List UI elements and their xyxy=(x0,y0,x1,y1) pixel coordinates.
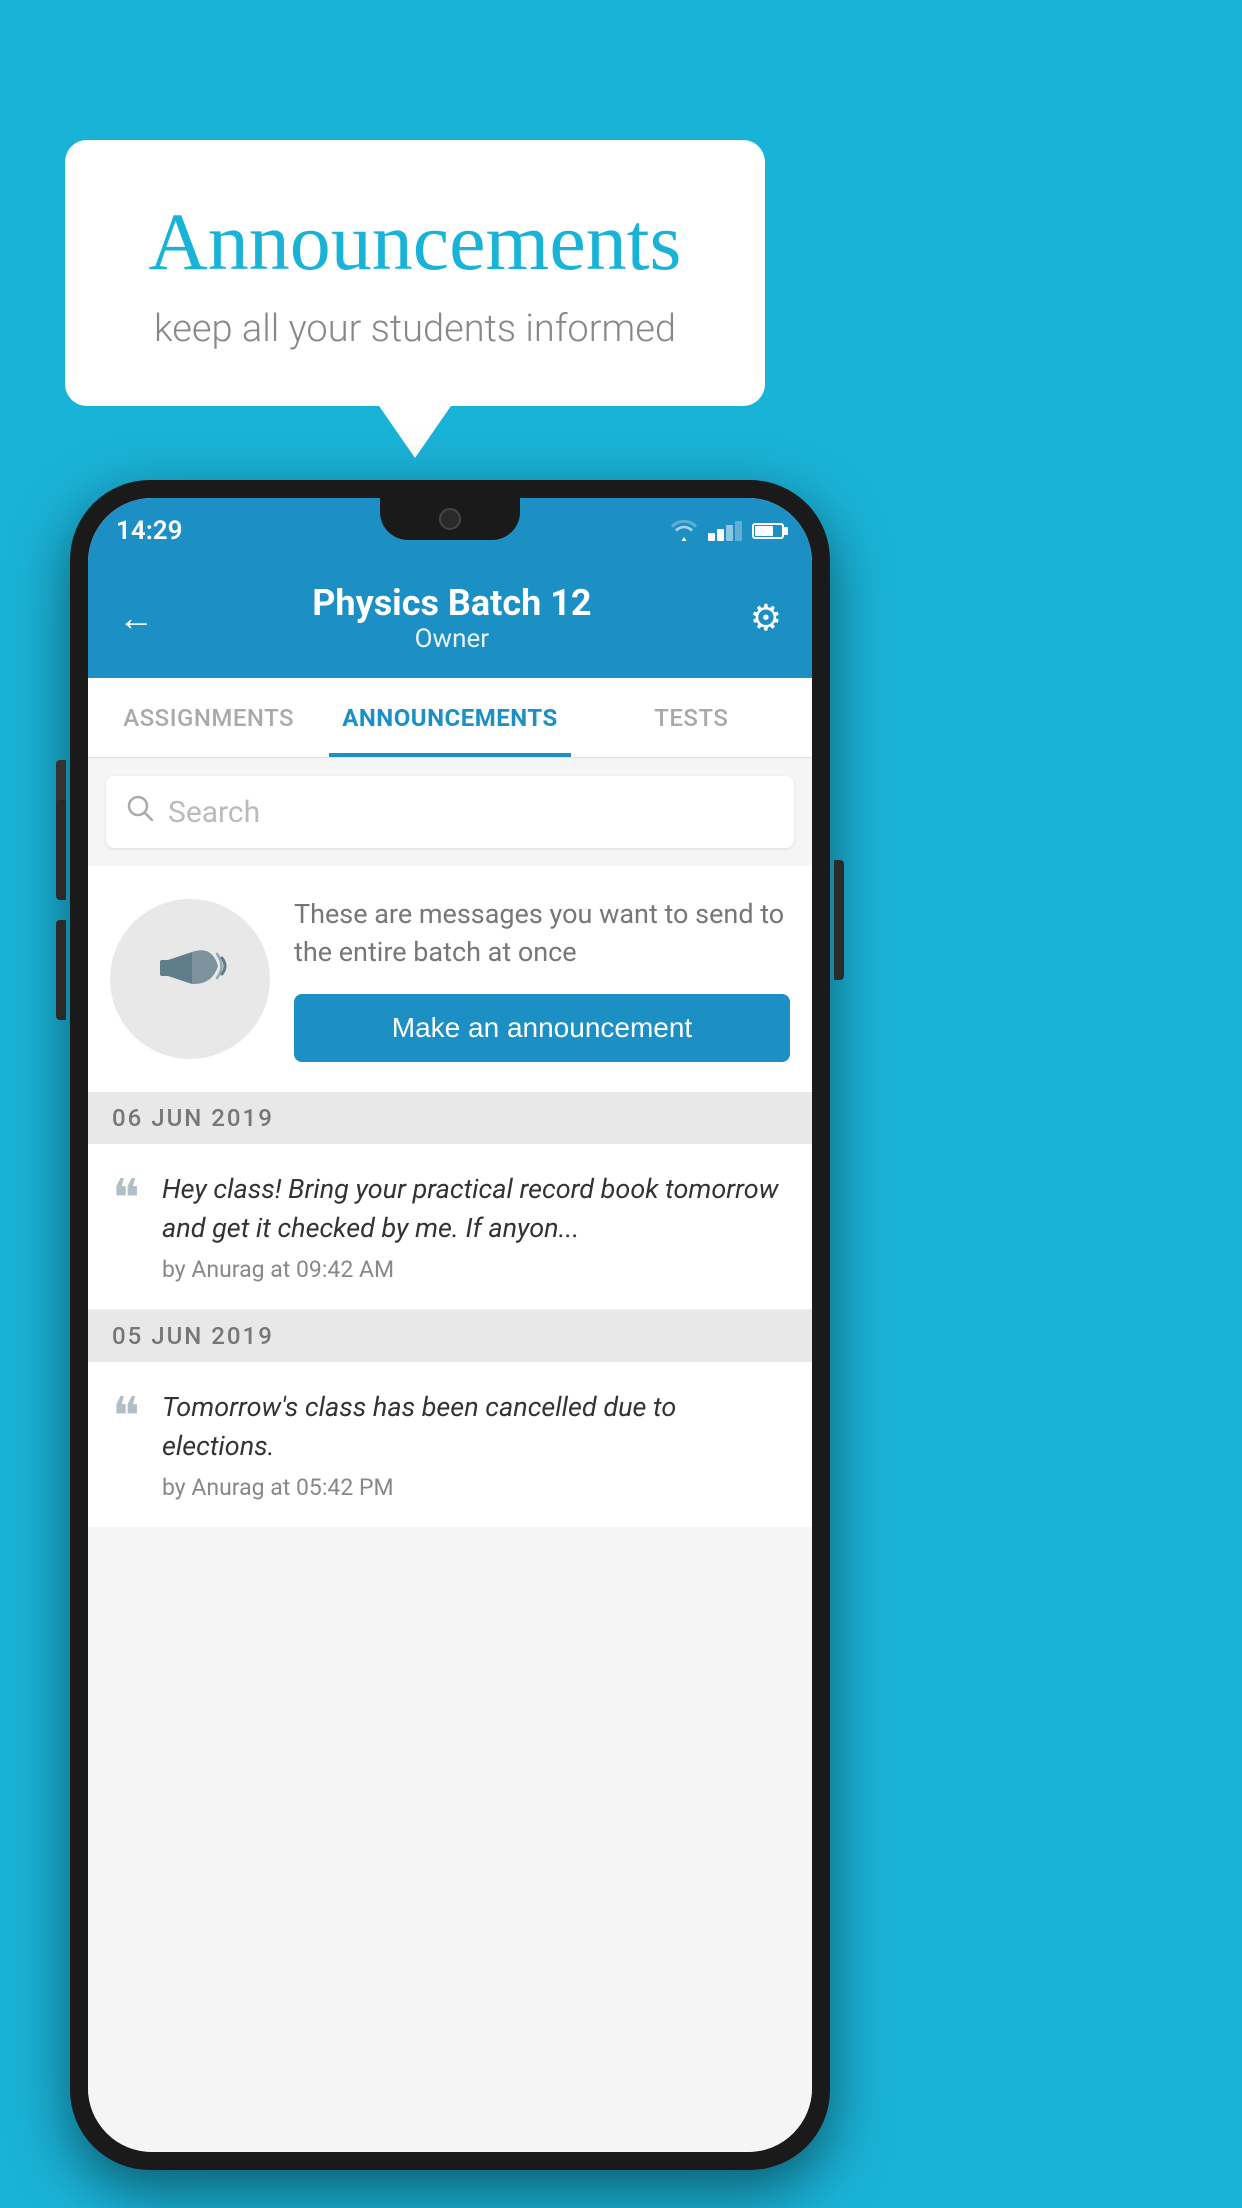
announcement-meta-1: by Anurag at 09:42 AM xyxy=(162,1256,788,1283)
search-bar[interactable]: Search xyxy=(106,776,794,848)
search-placeholder: Search xyxy=(168,795,260,830)
power-button xyxy=(834,860,844,980)
announcement-item-2[interactable]: ❝ Tomorrow's class has been cancelled du… xyxy=(88,1362,812,1527)
date-divider-2: 05 JUN 2019 xyxy=(88,1310,812,1362)
app-header: ← Physics Batch 12 Owner ⚙ xyxy=(88,558,812,678)
camera xyxy=(439,508,461,530)
prompt-description: These are messages you want to send to t… xyxy=(294,896,790,972)
bubble-title: Announcements xyxy=(125,195,705,289)
status-icons xyxy=(670,520,784,542)
phone-outer: 14:29 xyxy=(70,480,830,2170)
phone-screen: 14:29 xyxy=(88,498,812,2152)
battery-icon xyxy=(752,523,784,539)
header-title: Physics Batch 12 xyxy=(312,582,591,624)
back-button[interactable]: ← xyxy=(118,597,154,639)
content-area: Search xyxy=(88,758,812,2152)
announcement-text-2: Tomorrow's class has been cancelled due … xyxy=(162,1388,788,1466)
prompt-right: These are messages you want to send to t… xyxy=(294,896,790,1062)
announcement-text-1: Hey class! Bring your practical record b… xyxy=(162,1170,788,1248)
header-subtitle: Owner xyxy=(312,624,591,654)
gear-icon[interactable]: ⚙ xyxy=(750,597,782,639)
tab-announcements[interactable]: ANNOUNCEMENTS xyxy=(329,678,570,757)
megaphone-circle xyxy=(110,899,270,1059)
phone-notch xyxy=(380,498,520,540)
volume-up-button xyxy=(56,800,66,900)
announcement-meta-2: by Anurag at 05:42 PM xyxy=(162,1474,788,1501)
signal-icon xyxy=(708,521,742,541)
tab-tests[interactable]: TESTS xyxy=(571,678,812,757)
tab-assignments[interactable]: ASSIGNMENTS xyxy=(88,678,329,757)
bubble-subtitle: keep all your students informed xyxy=(125,307,705,351)
header-center: Physics Batch 12 Owner xyxy=(312,582,591,654)
speech-bubble-container: Announcements keep all your students inf… xyxy=(65,140,765,406)
quote-icon-1: ❝ xyxy=(112,1174,140,1226)
status-time: 14:29 xyxy=(116,516,183,546)
volume-down-button xyxy=(56,920,66,1020)
quote-icon-2: ❝ xyxy=(112,1392,140,1444)
announcement-item-1[interactable]: ❝ Hey class! Bring your practical record… xyxy=(88,1144,812,1310)
announcement-content-2: Tomorrow's class has been cancelled due … xyxy=(162,1388,788,1501)
date-divider-1: 06 JUN 2019 xyxy=(88,1092,812,1144)
search-icon xyxy=(126,794,154,830)
announcement-content-1: Hey class! Bring your practical record b… xyxy=(162,1170,788,1283)
tabs-bar: ASSIGNMENTS ANNOUNCEMENTS TESTS xyxy=(88,678,812,758)
wifi-icon xyxy=(670,520,698,542)
announcement-prompt: These are messages you want to send to t… xyxy=(88,866,812,1092)
speech-bubble: Announcements keep all your students inf… xyxy=(65,140,765,406)
phone-wrapper: 14:29 xyxy=(70,480,830,2170)
megaphone-icon xyxy=(150,930,230,1028)
make-announcement-button[interactable]: Make an announcement xyxy=(294,994,790,1062)
